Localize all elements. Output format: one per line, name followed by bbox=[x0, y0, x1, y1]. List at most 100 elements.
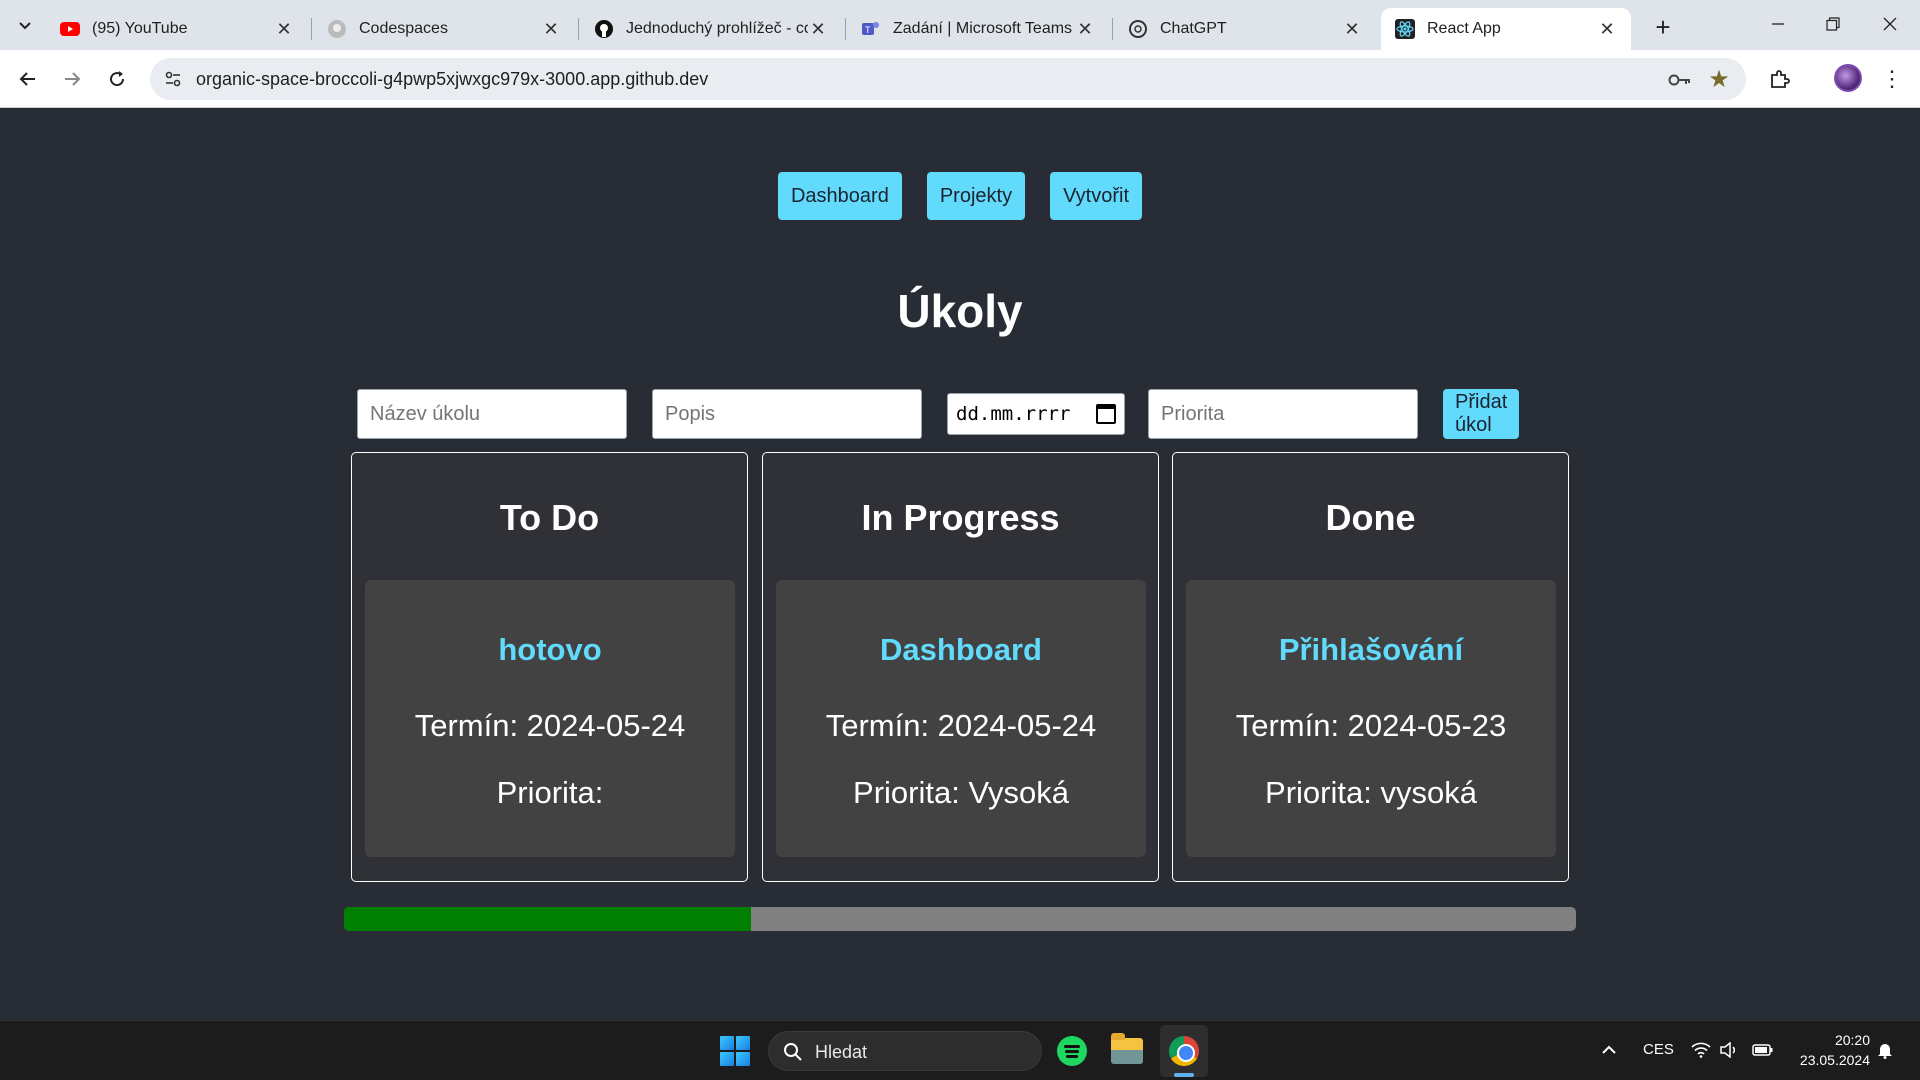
notification-bell-icon[interactable] bbox=[1874, 1039, 1896, 1061]
teams-icon: T bbox=[861, 19, 881, 39]
spotify-icon bbox=[1057, 1036, 1087, 1066]
chevron-up-icon[interactable] bbox=[1598, 1039, 1620, 1061]
nav-dashboard[interactable]: Dashboard bbox=[777, 172, 902, 220]
window-close-button[interactable] bbox=[1870, 8, 1910, 40]
tab-separator bbox=[1112, 18, 1113, 40]
reload-button[interactable] bbox=[101, 63, 133, 95]
wifi-icon[interactable] bbox=[1690, 1039, 1712, 1061]
task-name: Dashboard bbox=[880, 632, 1042, 667]
taskbar: Hledat CES 20:20 23.05.2024 bbox=[0, 1020, 1920, 1080]
tab-codespaces[interactable]: Codespaces ✕ bbox=[313, 8, 575, 50]
react-icon bbox=[1395, 19, 1415, 39]
close-icon[interactable]: ✕ bbox=[1342, 19, 1362, 39]
tab-react-app[interactable]: React App ✕ bbox=[1381, 8, 1631, 50]
tab-label: (95) YouTube bbox=[92, 20, 188, 37]
clock-date: 23.05.2024 bbox=[1799, 1052, 1870, 1068]
close-icon[interactable]: ✕ bbox=[541, 19, 561, 39]
battery-icon[interactable] bbox=[1752, 1039, 1774, 1061]
system-clock[interactable]: 20:20 23.05.2024 bbox=[1790, 1030, 1870, 1070]
tab-label: React App bbox=[1427, 20, 1501, 37]
site-info-icon[interactable] bbox=[162, 68, 184, 90]
address-bar[interactable]: organic-space-broccoli-g4pwp5xjwxgc979x-… bbox=[150, 58, 1746, 100]
close-icon[interactable]: ✕ bbox=[1597, 19, 1617, 39]
active-app-indicator bbox=[1174, 1073, 1194, 1077]
url-text[interactable]: organic-space-broccoli-g4pwp5xjwxgc979x-… bbox=[196, 69, 708, 90]
puzzle-icon bbox=[1771, 70, 1790, 88]
column-title: To Do bbox=[499, 497, 600, 538]
tab-label: Codespaces bbox=[359, 20, 448, 37]
task-card[interactable]: hotovo Termín: 2024-05-24 Priorita: bbox=[365, 580, 735, 857]
reload-icon bbox=[110, 71, 125, 87]
folder-icon bbox=[1111, 1033, 1143, 1064]
tab-separator bbox=[845, 18, 846, 40]
column-title: In Progress bbox=[861, 497, 1060, 538]
tab-separator bbox=[311, 18, 312, 40]
minimize-button[interactable] bbox=[1758, 8, 1798, 40]
task-priority: Priorita: Vysoká bbox=[853, 775, 1069, 810]
tab-label: ChatGPT bbox=[1160, 20, 1227, 37]
search-label: Hledat bbox=[815, 1042, 868, 1062]
task-deadline: Termín: 2024-05-24 bbox=[825, 708, 1097, 743]
column-in-progress: In Progress Dashboard Termín: 2024-05-24… bbox=[762, 452, 1159, 882]
add-task-button[interactable]: Přidat úkol bbox=[1443, 389, 1520, 439]
task-date-input[interactable]: dd.mm.rrrr bbox=[947, 393, 1125, 435]
tab-label: Jednoduchý prohlížeč - co bbox=[626, 20, 808, 37]
volume-icon[interactable] bbox=[1718, 1039, 1740, 1061]
arrow-right-icon bbox=[65, 72, 81, 86]
progress-fill bbox=[344, 907, 751, 931]
browser-toolbar: organic-space-broccoli-g4pwp5xjwxgc979x-… bbox=[0, 50, 1920, 108]
tab-youtube[interactable]: (95) YouTube ✕ bbox=[46, 8, 308, 50]
taskbar-search[interactable]: Hledat bbox=[768, 1031, 1042, 1071]
date-placeholder: dd.mm.rrrr bbox=[956, 403, 1071, 425]
forward-button[interactable] bbox=[56, 63, 88, 95]
tab-separator bbox=[578, 18, 579, 40]
more-options-icon[interactable]: ⋮ bbox=[1881, 65, 1903, 93]
chrome-app[interactable] bbox=[1166, 1033, 1202, 1069]
profile-avatar[interactable] bbox=[1834, 64, 1862, 92]
browser-tab-bar: (95) YouTube ✕ Codespaces ✕ Jednoduchý p… bbox=[0, 0, 1920, 50]
key-icon[interactable] bbox=[1668, 68, 1692, 92]
arrow-left-icon bbox=[19, 72, 35, 86]
tab-chatgpt[interactable]: ChatGPT ✕ bbox=[1114, 8, 1376, 50]
close-icon bbox=[1883, 17, 1897, 31]
minimize-icon bbox=[1772, 23, 1784, 25]
task-card[interactable]: Dashboard Termín: 2024-05-24 Priorita: V… bbox=[776, 580, 1146, 857]
task-card[interactable]: Přihlašování Termín: 2024-05-23 Priorita… bbox=[1186, 580, 1556, 857]
clock-time: 20:20 bbox=[1834, 1032, 1870, 1048]
github-icon bbox=[327, 19, 347, 39]
language-indicator[interactable]: CES bbox=[1643, 1041, 1674, 1058]
close-icon[interactable]: ✕ bbox=[1075, 19, 1095, 39]
task-name: Přihlašování bbox=[1278, 632, 1464, 667]
restore-button[interactable] bbox=[1813, 8, 1853, 40]
task-name: hotovo bbox=[498, 632, 602, 667]
calendar-icon[interactable] bbox=[1096, 404, 1116, 424]
app-nav: Dashboard Projekty Vytvořit bbox=[0, 172, 1920, 220]
extensions-button[interactable] bbox=[1766, 65, 1794, 93]
tab-jednoduchy-prohlizec[interactable]: Jednoduchý prohlížeč - co ✕ bbox=[580, 8, 842, 50]
file-explorer-app[interactable] bbox=[1109, 1033, 1145, 1069]
task-deadline: Termín: 2024-05-23 bbox=[1235, 708, 1507, 743]
back-button[interactable] bbox=[12, 63, 44, 95]
task-description-input[interactable]: Popis bbox=[652, 389, 922, 439]
new-tab-button[interactable]: + bbox=[1648, 12, 1678, 42]
star-icon[interactable]: ★ bbox=[1706, 66, 1732, 93]
nav-projekty[interactable]: Projekty bbox=[926, 172, 1026, 220]
page-title: Úkoly bbox=[897, 285, 1023, 337]
spotify-app[interactable] bbox=[1054, 1033, 1090, 1069]
task-priority: Priorita: vysoká bbox=[1265, 775, 1477, 810]
column-title: Done bbox=[1325, 497, 1416, 538]
tab-search-button[interactable] bbox=[10, 10, 40, 40]
tab-microsoft-teams[interactable]: T Zadání | Microsoft Teams c ✕ bbox=[847, 8, 1109, 50]
nav-vytvorit[interactable]: Vytvořit bbox=[1050, 172, 1143, 220]
progress-bar bbox=[344, 907, 1576, 931]
column-done: Done Přihlašování Termín: 2024-05-23 Pri… bbox=[1172, 452, 1569, 882]
task-name-input[interactable]: Název úkolu bbox=[357, 389, 627, 439]
chatgpt-icon bbox=[1128, 19, 1148, 39]
close-icon[interactable]: ✕ bbox=[808, 19, 828, 39]
close-icon[interactable]: ✕ bbox=[274, 19, 294, 39]
task-priority-input[interactable]: Priorita bbox=[1148, 389, 1418, 439]
svg-text:T: T bbox=[865, 25, 871, 35]
tab-label: Zadání | Microsoft Teams c bbox=[893, 20, 1075, 37]
windows-start-icon[interactable] bbox=[720, 1036, 750, 1066]
restore-icon bbox=[1826, 17, 1840, 31]
